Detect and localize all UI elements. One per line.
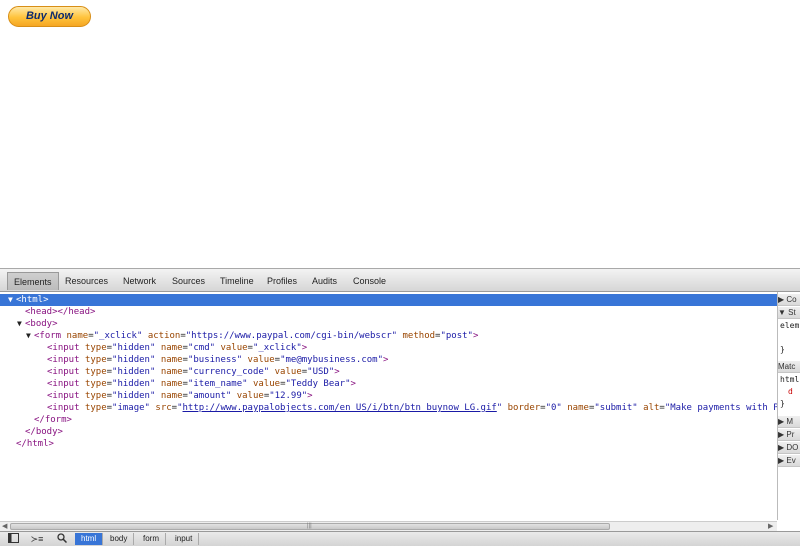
expand-triangle-icon[interactable]: ▼: [0, 318, 25, 330]
breadcrumb-input[interactable]: input: [169, 533, 200, 545]
styles-sidebar: ▶ Co ▼ St elem } Matc html d } ▶ M ▶ Pr …: [777, 292, 800, 520]
page-viewport: Buy Now: [0, 0, 800, 268]
html-rule[interactable]: html: [780, 375, 799, 385]
rule-brace: }: [780, 399, 785, 408]
horizontal-scrollbar[interactable]: ◀ ||| ▶: [0, 521, 777, 531]
scroll-grip-icon: |||: [307, 523, 312, 529]
tab-network[interactable]: Network: [117, 272, 162, 290]
dom-node-body-close[interactable]: </body>: [0, 426, 777, 438]
dom-node-input-business[interactable]: <input type="hidden" name="business" val…: [0, 354, 777, 366]
collapsed-triangle-icon: ▶: [778, 456, 785, 465]
dom-breakpoints-pane[interactable]: ▶ DO: [778, 442, 800, 454]
console-toggle-icon[interactable]: ≻≡: [28, 533, 46, 545]
dom-node-form-close[interactable]: </form>: [0, 414, 777, 426]
computed-style-pane[interactable]: ▶ Co: [778, 294, 800, 306]
collapsed-triangle-icon: ▶: [778, 443, 785, 452]
event-listeners-pane[interactable]: ▶ Ev: [778, 455, 800, 467]
properties-pane[interactable]: ▶ Pr: [778, 429, 800, 441]
tab-timeline[interactable]: Timeline: [214, 272, 260, 290]
src-link[interactable]: http://www.paypalobjects.com/en_US/i/btn…: [183, 403, 497, 413]
tab-audits[interactable]: Audits: [306, 272, 343, 290]
devtools-toolbar: Elements Resources Network Sources Timel…: [0, 269, 800, 292]
rule-brace: }: [780, 345, 785, 354]
dom-node-html[interactable]: ▼ <html>: [0, 294, 777, 306]
dom-node-form[interactable]: ▼ <form name="_xclick" action="https://ww…: [0, 330, 777, 342]
dom-tree[interactable]: ▼ <html> <head></head> ▼ <body> ▼ <form nam…: [0, 292, 777, 520]
metrics-pane[interactable]: ▶ M: [778, 416, 800, 428]
breadcrumb-html[interactable]: html: [75, 533, 104, 545]
dock-icon[interactable]: [4, 533, 22, 545]
collapsed-triangle-icon: ▶: [778, 430, 785, 439]
dom-node-input-item-name[interactable]: <input type="hidden" name="item_name" va…: [0, 378, 777, 390]
breadcrumb-body[interactable]: body: [104, 533, 135, 545]
dom-node-input-image[interactable]: <input type="image" src="http://www.payp…: [0, 402, 777, 414]
matched-rules-label: Matc: [778, 361, 800, 373]
style-declaration[interactable]: d: [788, 387, 793, 397]
dom-node-input-cmd[interactable]: <input type="hidden" name="cmd" value="_…: [0, 342, 777, 354]
devtools-panel: Elements Resources Network Sources Timel…: [0, 268, 800, 546]
dom-node-input-currency[interactable]: <input type="hidden" name="currency_code…: [0, 366, 777, 378]
breadcrumb-form[interactable]: form: [137, 533, 166, 545]
search-icon[interactable]: [53, 533, 71, 545]
dom-node-body[interactable]: ▼ <body>: [0, 318, 777, 330]
tab-resources[interactable]: Resources: [59, 272, 114, 290]
scroll-right-icon[interactable]: ▶: [768, 522, 773, 531]
expand-triangle-icon: ▼: [778, 308, 786, 317]
tab-sources[interactable]: Sources: [166, 272, 211, 290]
devtools-statusbar: ≻≡ html body form input: [0, 531, 800, 546]
collapsed-triangle-icon: ▶: [778, 417, 785, 426]
dom-node-head[interactable]: <head></head>: [0, 306, 777, 318]
expand-triangle-icon[interactable]: ▼: [0, 330, 34, 342]
tab-elements[interactable]: Elements: [7, 272, 59, 290]
collapsed-triangle-icon: ▶: [778, 295, 785, 304]
dom-node-html-close[interactable]: </html>: [0, 438, 777, 450]
styles-pane[interactable]: ▼ St: [778, 307, 800, 319]
scroll-left-icon[interactable]: ◀: [2, 522, 7, 531]
expand-triangle-icon[interactable]: ▼: [0, 294, 16, 306]
tab-console[interactable]: Console: [347, 272, 392, 290]
dom-node-input-amount[interactable]: <input type="hidden" name="amount" value…: [0, 390, 777, 402]
buy-now-button[interactable]: Buy Now: [8, 6, 91, 27]
tab-profiles[interactable]: Profiles: [261, 272, 303, 290]
element-style-rule[interactable]: elem: [780, 321, 799, 331]
